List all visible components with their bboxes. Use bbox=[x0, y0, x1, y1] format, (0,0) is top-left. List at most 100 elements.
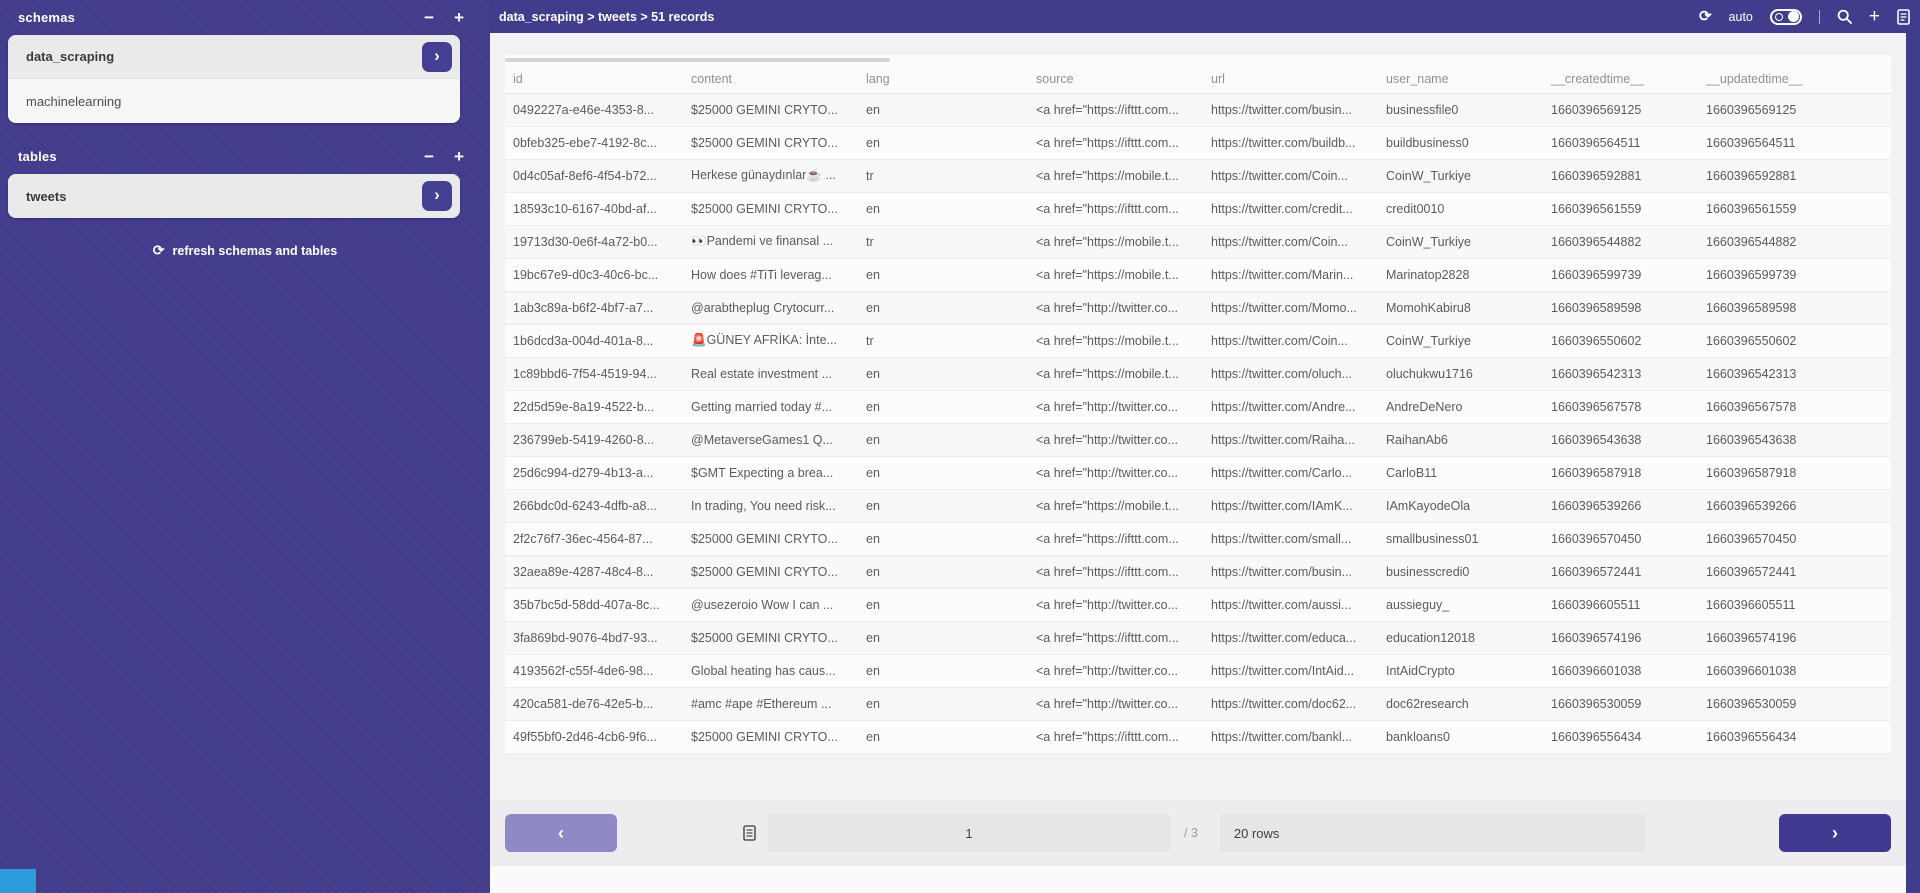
cell-source: <a href="http://twitter.co... bbox=[1028, 291, 1203, 324]
table-row[interactable]: 1ab3c89a-b6f2-4bf7-a7... @arabtheplug Cr… bbox=[505, 291, 1891, 324]
next-page-button[interactable]: › bbox=[1779, 814, 1891, 852]
cell-content: Getting married today #... bbox=[683, 390, 858, 423]
page-jump-icon[interactable] bbox=[743, 825, 756, 841]
cell-user-name: oluchukwu1716 bbox=[1378, 357, 1543, 390]
horizontal-scrollbar[interactable] bbox=[505, 58, 890, 62]
table-row[interactable]: 22d5d59e-8a19-4522-b... Getting married … bbox=[505, 390, 1891, 423]
page-total-label: / 3 bbox=[1184, 826, 1198, 840]
footer-area bbox=[490, 866, 1906, 893]
table-row[interactable]: 19713d30-0e6f-4a72-b0... 👀Pandemi ve fin… bbox=[505, 225, 1891, 258]
table-row[interactable]: 1b6dcd3a-004d-401a-8... 🚨GÜNEY AFRİKA: İ… bbox=[505, 324, 1891, 357]
cell-updatedtime: 1660396569125 bbox=[1698, 93, 1891, 126]
auto-refresh-icon[interactable]: ⟳ bbox=[1699, 9, 1712, 24]
cell-lang: en bbox=[858, 654, 1028, 687]
column-header[interactable]: __updatedtime__ bbox=[1698, 65, 1891, 93]
cell-lang: en bbox=[858, 258, 1028, 291]
remove-schema-icon[interactable]: − bbox=[424, 9, 434, 26]
cell-user-name: bankloans0 bbox=[1378, 720, 1543, 753]
cell-user-name: smallbusiness01 bbox=[1378, 522, 1543, 555]
chevron-right-icon[interactable]: › bbox=[422, 181, 452, 211]
toggle-knob bbox=[1788, 11, 1799, 22]
search-icon[interactable] bbox=[1837, 9, 1852, 24]
cell-content: 🚨GÜNEY AFRİKA: İnte... bbox=[683, 324, 858, 357]
table-row[interactable]: 4193562f-c55f-4de6-98... Global heating … bbox=[505, 654, 1891, 687]
cell-updatedtime: 1660396572441 bbox=[1698, 555, 1891, 588]
table-row[interactable]: 1c89bbd6-7f54-4519-94... Real estate inv… bbox=[505, 357, 1891, 390]
cell-createdtime: 1660396567578 bbox=[1543, 390, 1698, 423]
page-number-input[interactable] bbox=[768, 814, 1170, 852]
cell-lang: en bbox=[858, 621, 1028, 654]
add-schema-icon[interactable]: + bbox=[454, 9, 464, 26]
table-body: 0492227a-e46e-4353-8... $25000 GEMINI CR… bbox=[505, 93, 1891, 753]
table-row[interactable]: 420ca581-de76-42e5-b... #amc #ape #Ether… bbox=[505, 687, 1891, 720]
remove-table-icon[interactable]: − bbox=[424, 148, 434, 165]
cell-content: Herkese günaydınlar☕ ... bbox=[683, 159, 858, 192]
cell-url: https://twitter.com/doc62... bbox=[1203, 687, 1378, 720]
cell-id: 1c89bbd6-7f54-4519-94... bbox=[505, 357, 683, 390]
table-row[interactable]: 0492227a-e46e-4353-8... $25000 GEMINI CR… bbox=[505, 93, 1891, 126]
previous-page-button[interactable]: ‹ bbox=[505, 814, 617, 852]
table-row[interactable]: 19bc67e9-d0c3-40c6-bc... How does #TiTi … bbox=[505, 258, 1891, 291]
records-table-panel: idcontentlangsourceurluser_name__created… bbox=[505, 55, 1891, 753]
column-header[interactable]: user_name bbox=[1378, 65, 1543, 93]
table-row[interactable]: 18593c10-6167-40bd-af... $25000 GEMINI C… bbox=[505, 192, 1891, 225]
cell-user-name: credit0010 bbox=[1378, 192, 1543, 225]
cell-source: <a href="http://twitter.co... bbox=[1028, 588, 1203, 621]
schemas-label: schemas bbox=[18, 10, 404, 25]
table-row[interactable]: 3fa869bd-9076-4bd7-93... $25000 GEMINI C… bbox=[505, 621, 1891, 654]
add-record-icon[interactable]: + bbox=[1869, 7, 1880, 26]
cell-url: https://twitter.com/IntAid... bbox=[1203, 654, 1378, 687]
cell-createdtime: 1660396601038 bbox=[1543, 654, 1698, 687]
cell-content: $25000 GEMINI CRYTO... bbox=[683, 93, 858, 126]
cell-lang: en bbox=[858, 522, 1028, 555]
add-table-icon[interactable]: + bbox=[454, 148, 464, 165]
cell-updatedtime: 1660396592881 bbox=[1698, 159, 1891, 192]
tables-section-header: tables − + bbox=[0, 139, 490, 172]
schema-list-item[interactable]: data_scraping › bbox=[8, 35, 460, 79]
column-header[interactable]: lang bbox=[858, 65, 1028, 93]
cell-updatedtime: 1660396530059 bbox=[1698, 687, 1891, 720]
schemas-section-header: schemas − + bbox=[0, 0, 490, 33]
cell-lang: en bbox=[858, 588, 1028, 621]
cell-createdtime: 1660396550602 bbox=[1543, 324, 1698, 357]
column-header[interactable]: __createdtime__ bbox=[1543, 65, 1698, 93]
column-header[interactable]: source bbox=[1028, 65, 1203, 93]
column-header[interactable]: url bbox=[1203, 65, 1378, 93]
cell-user-name: AndreDeNero bbox=[1378, 390, 1543, 423]
sidebar: schemas − + data_scraping › machinelearn… bbox=[0, 0, 490, 893]
cell-updatedtime: 1660396574196 bbox=[1698, 621, 1891, 654]
cell-source: <a href="https://ifttt.com... bbox=[1028, 555, 1203, 588]
table-row[interactable]: 49f55bf0-2d46-4cb6-9f6... $25000 GEMINI … bbox=[505, 720, 1891, 753]
cell-id: 2f2c76f7-36ec-4564-87... bbox=[505, 522, 683, 555]
table-row[interactable]: 0bfeb325-ebe7-4192-8c... $25000 GEMINI C… bbox=[505, 126, 1891, 159]
column-header[interactable]: content bbox=[683, 65, 858, 93]
schema-list-item[interactable]: machinelearning › bbox=[8, 79, 460, 123]
cell-id: 3fa869bd-9076-4bd7-93... bbox=[505, 621, 683, 654]
cell-source: <a href="http://twitter.co... bbox=[1028, 687, 1203, 720]
refresh-schemas-button[interactable]: ⟳ refresh schemas and tables bbox=[0, 242, 490, 259]
cell-createdtime: 1660396564511 bbox=[1543, 126, 1698, 159]
cell-id: 0d4c05af-8ef6-4f54-b72... bbox=[505, 159, 683, 192]
cell-createdtime: 1660396539266 bbox=[1543, 489, 1698, 522]
table-row[interactable]: 35b7bc5d-58dd-407a-8c... @usezeroio Wow … bbox=[505, 588, 1891, 621]
cell-createdtime: 1660396599739 bbox=[1543, 258, 1698, 291]
export-csv-icon[interactable] bbox=[1897, 9, 1910, 25]
column-header[interactable]: id bbox=[505, 65, 683, 93]
table-row[interactable]: 32aea89e-4287-48c4-8... $25000 GEMINI CR… bbox=[505, 555, 1891, 588]
main-content: idcontentlangsourceurluser_name__created… bbox=[490, 33, 1906, 893]
rows-per-page-select[interactable]: 20 rows bbox=[1220, 814, 1645, 852]
cell-createdtime: 1660396587918 bbox=[1543, 456, 1698, 489]
table-row[interactable]: 2f2c76f7-36ec-4564-87... $25000 GEMINI C… bbox=[505, 522, 1891, 555]
cell-content: $25000 GEMINI CRYTO... bbox=[683, 192, 858, 225]
table-row[interactable]: 0d4c05af-8ef6-4f54-b72... Herkese günayd… bbox=[505, 159, 1891, 192]
cell-lang: en bbox=[858, 555, 1028, 588]
table-list-item[interactable]: tweets › bbox=[8, 174, 460, 218]
table-row[interactable]: 25d6c994-d279-4b13-a... $GMT Expecting a… bbox=[505, 456, 1891, 489]
table-row[interactable]: 266bdc0d-6243-4dfb-a8... In trading, You… bbox=[505, 489, 1891, 522]
table-row[interactable]: 236799eb-5419-4260-8... @MetaverseGames1… bbox=[505, 423, 1891, 456]
refresh-schemas-label: refresh schemas and tables bbox=[173, 244, 338, 258]
auto-refresh-toggle[interactable] bbox=[1770, 9, 1802, 25]
chevron-right-icon[interactable]: › bbox=[422, 42, 452, 72]
cell-createdtime: 1660396592881 bbox=[1543, 159, 1698, 192]
cell-user-name: education12018 bbox=[1378, 621, 1543, 654]
